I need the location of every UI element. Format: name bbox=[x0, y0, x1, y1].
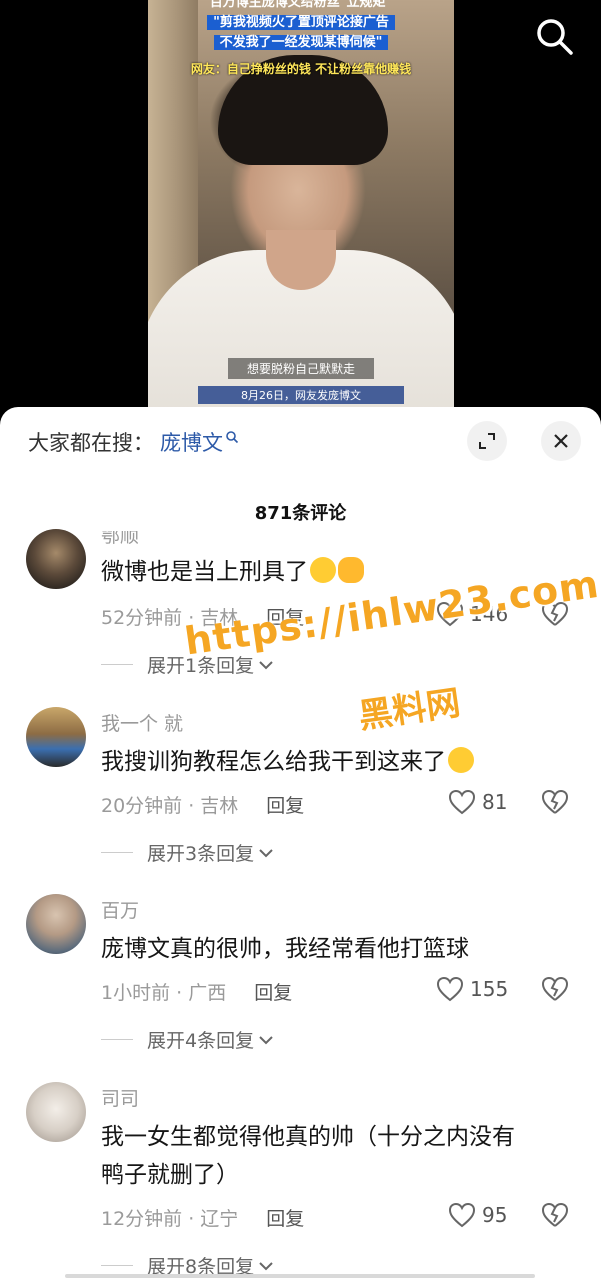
expand-icon bbox=[479, 433, 495, 449]
dislike-button[interactable] bbox=[541, 976, 569, 1006]
broken-heart-icon bbox=[541, 1202, 569, 1227]
comment-sheet: 大家都在搜： 庞博文 871条评论 鄂顺 微博也是当上刑具了 52分钟前 · 吉… bbox=[0, 407, 601, 1280]
dislike-button[interactable] bbox=[541, 1202, 569, 1232]
comment-text-line1: 我一女生都觉得他真的帅（十分之内没有 bbox=[101, 1124, 515, 1150]
expand-replies-button[interactable]: 展开3条回复 bbox=[101, 839, 274, 866]
video-subtitle: 想要脱粉自己默默走 bbox=[228, 358, 374, 379]
comment-username[interactable]: 我一个 就 bbox=[101, 709, 183, 736]
heart-icon bbox=[448, 789, 476, 815]
comment-text: 庞博文真的很帅，我经常看他打篮球 bbox=[101, 936, 469, 962]
trending-search[interactable]: 大家都在搜： 庞博文 bbox=[28, 425, 239, 459]
like-count: 95 bbox=[482, 1203, 508, 1227]
comment-text-line2: 鸭子就删了） bbox=[101, 1162, 239, 1188]
chevron-down-icon bbox=[259, 1261, 273, 1270]
home-indicator[interactable] bbox=[65, 1274, 535, 1278]
ok-hand-emoji-icon bbox=[338, 557, 364, 583]
search-button[interactable] bbox=[534, 16, 576, 58]
reply-button[interactable]: 回复 bbox=[266, 791, 304, 818]
divider-line bbox=[101, 664, 133, 665]
chevron-down-icon bbox=[259, 1035, 273, 1044]
divider-line bbox=[101, 1265, 133, 1266]
comment-text: 我一女生都觉得他真的帅（十分之内没有 鸭子就删了） bbox=[101, 1118, 571, 1194]
like-button[interactable]: 95 bbox=[448, 1202, 507, 1228]
comment-meta: 20分钟前 · 吉林 回复 bbox=[101, 791, 304, 818]
comment-time-location: 12分钟前 · 辽宁 bbox=[101, 1208, 239, 1230]
like-button[interactable]: 81 bbox=[448, 789, 507, 815]
comment-text-content: 微博也是当上刑具了 bbox=[101, 559, 308, 585]
comment-text-content: 我搜训狗教程怎么给我干到这来了 bbox=[101, 749, 446, 775]
laughing-emoji-icon bbox=[310, 557, 336, 583]
close-icon bbox=[554, 434, 568, 448]
avatar[interactable] bbox=[26, 894, 86, 954]
dislike-button[interactable] bbox=[541, 789, 569, 819]
trending-search-query[interactable]: 庞博文 bbox=[160, 427, 223, 457]
reply-button[interactable]: 回复 bbox=[254, 978, 292, 1005]
divider-line bbox=[101, 1039, 133, 1040]
heart-icon bbox=[436, 976, 464, 1002]
reply-button[interactable]: 回复 bbox=[266, 1204, 304, 1231]
heart-icon bbox=[448, 1202, 476, 1228]
video-headline-line1: 百万博主庞博文给粉丝"立规矩" bbox=[209, 0, 393, 10]
trending-search-prefix: 大家都在搜： bbox=[28, 431, 154, 455]
like-count: 81 bbox=[482, 790, 508, 814]
sweat-smile-emoji-icon bbox=[448, 747, 474, 773]
video-headline-line3: 不发我了一经发现某博伺候" bbox=[148, 34, 454, 52]
expand-replies-button[interactable]: 展开4条回复 bbox=[101, 1026, 274, 1053]
comment-time-location: 1小时前 · 广西 bbox=[101, 982, 227, 1004]
like-button[interactable]: 155 bbox=[436, 976, 508, 1002]
broken-heart-icon bbox=[541, 976, 569, 1001]
comment-text: 我搜训狗教程怎么给我干到这来了 bbox=[101, 743, 571, 781]
comment-username[interactable]: 百万 bbox=[101, 896, 139, 923]
avatar[interactable] bbox=[26, 707, 86, 767]
expand-replies-label: 展开3条回复 bbox=[147, 843, 255, 865]
small-search-icon bbox=[226, 431, 239, 444]
comment-username[interactable]: 司司 bbox=[101, 1084, 139, 1111]
search-icon bbox=[537, 19, 573, 55]
comment-meta: 12分钟前 · 辽宁 回复 bbox=[101, 1204, 304, 1231]
chevron-down-icon bbox=[259, 660, 273, 669]
comment-username[interactable]: 鄂顺 bbox=[101, 531, 139, 548]
broken-heart-icon bbox=[541, 789, 569, 814]
video-caption-date: 8月26日，网友发庞博文 bbox=[198, 386, 404, 404]
expand-button[interactable] bbox=[467, 421, 507, 461]
close-button[interactable] bbox=[541, 421, 581, 461]
expand-replies-label: 展开4条回复 bbox=[147, 1030, 255, 1052]
comment-count: 871条评论 bbox=[254, 503, 347, 524]
comment-meta: 1小时前 · 广西 回复 bbox=[101, 978, 292, 1005]
video-headline-line4: 网友：自己挣粉丝的钱 不让粉丝靠他赚钱 bbox=[190, 62, 412, 76]
like-count: 155 bbox=[470, 977, 509, 1001]
avatar[interactable] bbox=[26, 529, 86, 589]
chevron-down-icon bbox=[259, 848, 273, 857]
avatar[interactable] bbox=[26, 1082, 86, 1142]
video-frame[interactable]: 百万博主庞博文给粉丝"立规矩" "剪我视频火了置顶评论接广告 不发我了一经发现某… bbox=[148, 0, 454, 420]
comment-time-location: 20分钟前 · 吉林 bbox=[101, 795, 239, 817]
video-player[interactable]: 百万博主庞博文给粉丝"立规矩" "剪我视频火了置顶评论接广告 不发我了一经发现某… bbox=[0, 0, 601, 420]
video-headline-line2: "剪我视频火了置顶评论接广告 bbox=[148, 14, 454, 32]
divider-line bbox=[101, 852, 133, 853]
